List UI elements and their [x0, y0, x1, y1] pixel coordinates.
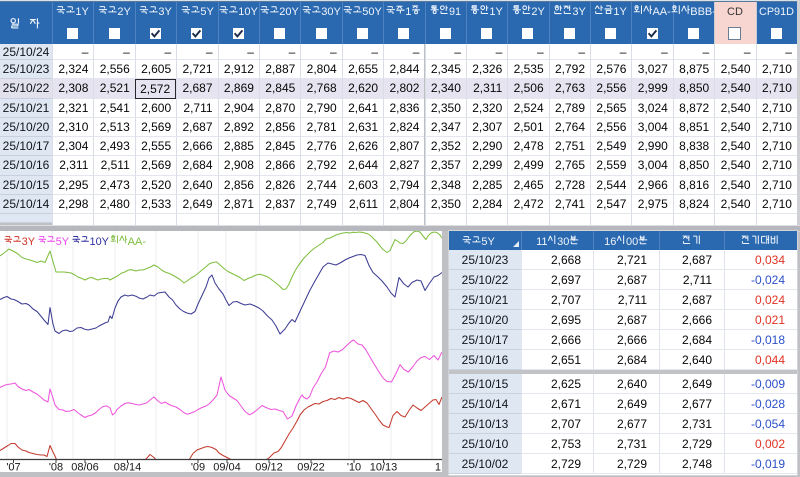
- svg-text:09/12: 09/12: [255, 462, 283, 473]
- svg-text:00: 00: [626, 236, 638, 248]
- svg-text:'09: '09: [191, 462, 205, 473]
- svg-text:5Y: 5Y: [56, 236, 70, 248]
- svg-text:1Y: 1Y: [490, 6, 504, 18]
- svg-text:1: 1: [435, 462, 441, 473]
- svg-text:09/22: 09/22: [297, 462, 325, 473]
- svg-text:08/14: 08/14: [114, 462, 142, 473]
- svg-text:3Y: 3Y: [158, 6, 172, 18]
- svg-text:20Y: 20Y: [280, 6, 300, 18]
- svg-text:5Y: 5Y: [200, 6, 214, 18]
- svg-text:11: 11: [536, 236, 547, 248]
- svg-text:2Y: 2Y: [531, 6, 545, 18]
- svg-text:1: 1: [406, 6, 412, 18]
- svg-text:08/06: 08/06: [71, 462, 99, 473]
- svg-text:'07: '07: [6, 462, 20, 473]
- svg-text:16: 16: [604, 236, 616, 248]
- svg-text:AA-: AA-: [653, 6, 672, 18]
- svg-text:CD: CD: [727, 6, 743, 18]
- svg-text:'08: '08: [49, 462, 63, 473]
- svg-text:09/04: 09/04: [213, 462, 241, 473]
- svg-text:3Y: 3Y: [22, 236, 36, 248]
- svg-text:3Y: 3Y: [572, 6, 586, 18]
- svg-text:10Y: 10Y: [90, 236, 110, 248]
- svg-text:BBB-: BBB-: [690, 6, 716, 18]
- svg-text:30: 30: [557, 236, 569, 248]
- svg-text:1Y: 1Y: [76, 6, 90, 18]
- svg-text:'10: '10: [347, 462, 361, 473]
- svg-text:2Y: 2Y: [117, 6, 131, 18]
- svg-text:5Y: 5Y: [481, 236, 495, 248]
- svg-text:1Y: 1Y: [614, 6, 628, 18]
- svg-text:50Y: 50Y: [362, 6, 382, 18]
- svg-text:CP91D: CP91D: [759, 6, 794, 18]
- svg-text:10Y: 10Y: [238, 6, 258, 18]
- svg-text:91: 91: [448, 6, 460, 18]
- svg-text:10/13: 10/13: [370, 462, 398, 473]
- svg-text:AA-: AA-: [128, 236, 147, 248]
- svg-text:30Y: 30Y: [321, 6, 341, 18]
